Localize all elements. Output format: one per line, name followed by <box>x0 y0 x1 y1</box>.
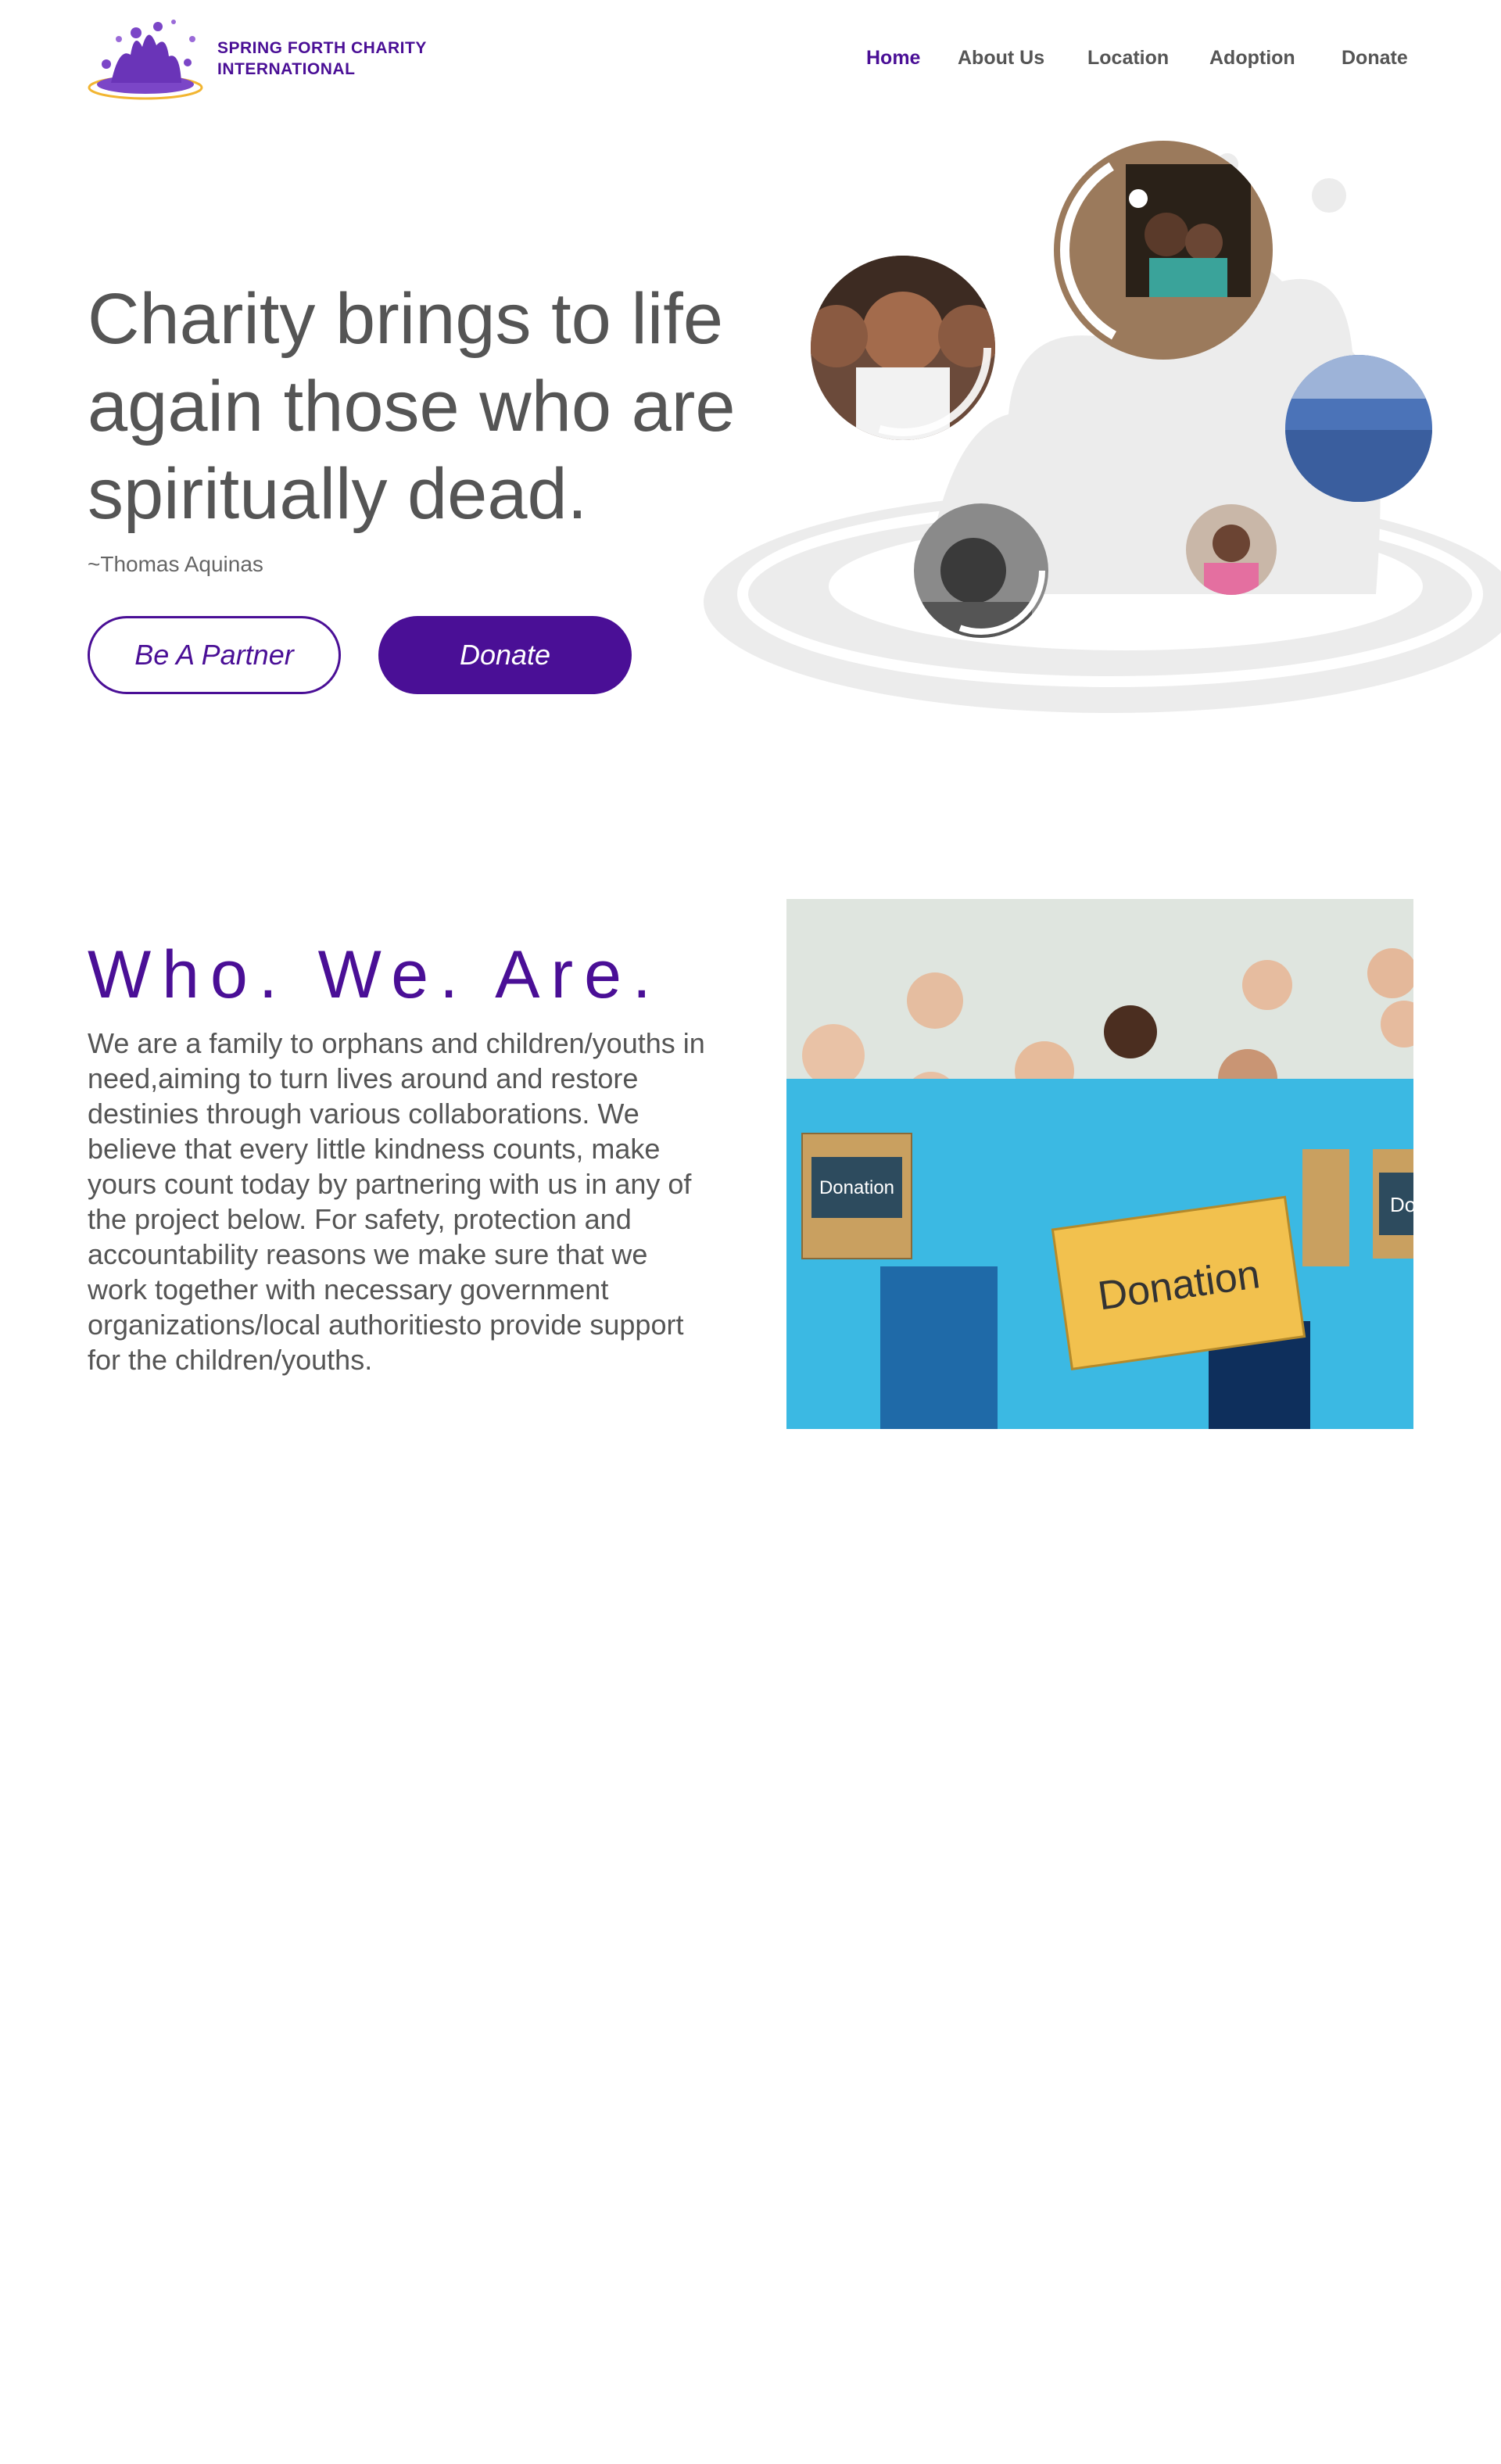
logo-splash-icon[interactable] <box>88 16 205 103</box>
nav-home[interactable]: Home <box>866 47 920 70</box>
donation-box-mid-right <box>1302 1149 1349 1266</box>
donation-box-right: Do <box>1373 1149 1413 1259</box>
volunteers-photo: Donation Donation Do <box>786 899 1413 1429</box>
be-a-partner-button[interactable]: Be A Partner <box>88 616 341 694</box>
donation-box-right-label: Do <box>1390 1193 1413 1216</box>
site-header: SPRING FORTH CHARITY INTERNATIONAL Home … <box>0 0 1501 125</box>
nav-donate[interactable]: Donate <box>1342 47 1408 70</box>
nav-about-us[interactable]: About Us <box>958 47 1044 70</box>
nav-location[interactable]: Location <box>1087 47 1169 70</box>
who-we-are-text: We are a family to orphans and children/… <box>88 1027 705 1376</box>
main-nav: Home About Us Location Adoption Donate <box>860 47 1415 78</box>
hero-title: Charity brings to life again those who a… <box>88 279 736 534</box>
hero-donate-button[interactable]: Donate <box>378 616 632 694</box>
brand-name-line2: INTERNATIONAL <box>217 60 356 78</box>
photo-circle-girls <box>811 256 995 440</box>
nav-adoption[interactable]: Adoption <box>1209 47 1295 70</box>
who-we-are-title: Who. We. Are. <box>88 937 662 1012</box>
donation-box-left-label: Donation <box>819 1177 894 1198</box>
hero-quote-author: ~Thomas Aquinas <box>88 552 263 576</box>
brand-name[interactable]: SPRING FORTH CHARITY INTERNATIONAL <box>217 38 427 80</box>
brand-name-line1: SPRING FORTH CHARITY <box>217 39 427 57</box>
hero-collage <box>704 141 1501 713</box>
donation-box-left: Donation <box>801 1133 912 1259</box>
